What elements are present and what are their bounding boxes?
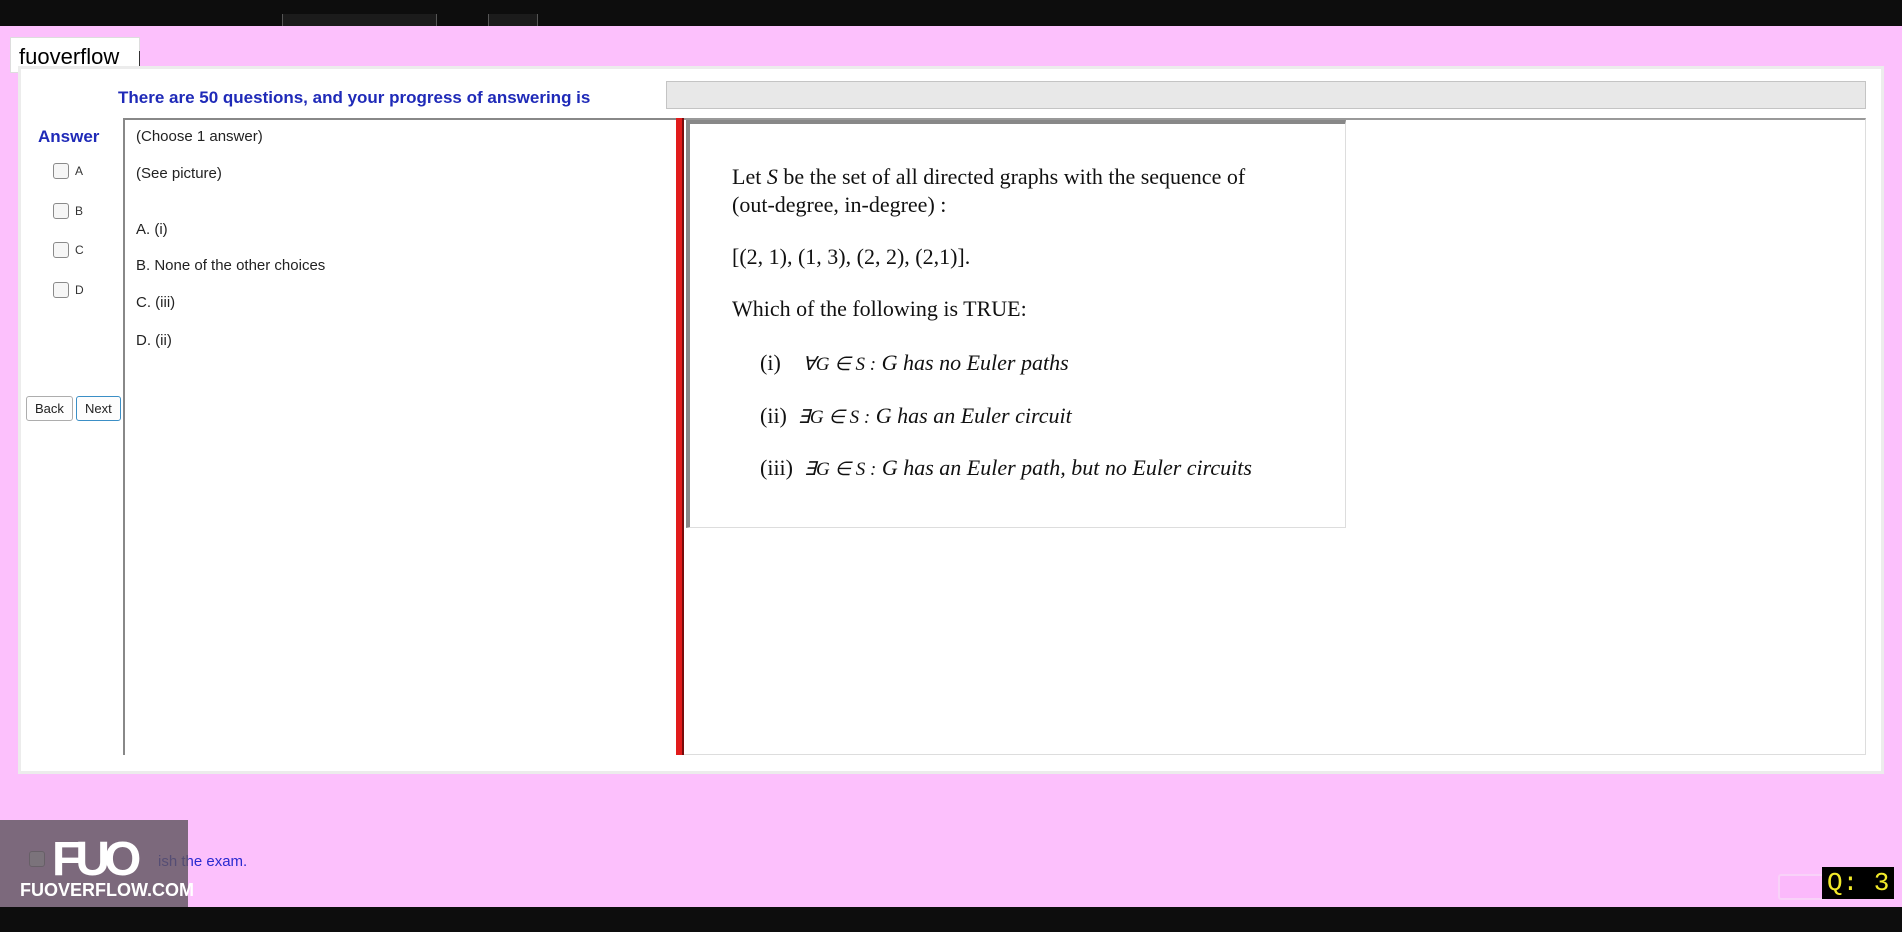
answer-option-b[interactable]: B: [53, 203, 83, 219]
picture-question: Which of the following is TRUE:: [732, 296, 1027, 321]
choice-c-text: C. (iii): [136, 294, 176, 311]
back-button[interactable]: Back: [26, 396, 73, 421]
answer-option-label: D: [75, 283, 84, 297]
question-counter-frame: [1778, 874, 1828, 900]
panel-divider[interactable]: [676, 118, 684, 755]
progress-bar: [666, 81, 1866, 109]
answer-title: Answer: [38, 127, 100, 146]
picture-sequence: [(2, 1), (1, 3), (2, 2), (2,1)].: [732, 244, 971, 269]
picture-line-2: (out-degree, in-degree) :: [732, 192, 947, 217]
next-button[interactable]: Next: [76, 396, 121, 421]
top-control-left: [282, 14, 437, 26]
watermark-site-text: FUOVERFLOW.COM: [20, 880, 194, 900]
question-counter: Q: 3: [1822, 867, 1895, 899]
answer-option-label: B: [75, 204, 84, 218]
choice-b-text: B. None of the other choices: [136, 257, 326, 274]
watermark-logo-mark: FUO: [52, 833, 141, 886]
answer-checkbox-d[interactable]: [53, 282, 69, 298]
top-control-right: [488, 14, 538, 26]
picture-line-1: Let S be the set of all directed graphs …: [732, 164, 1246, 189]
answer-option-a[interactable]: A: [53, 163, 83, 179]
answer-option-label: A: [75, 164, 84, 178]
watermark-logo: FUO FUOVERFLOW.COM: [0, 820, 194, 907]
statement-i: (i) ∀G ∈ S : G has no Euler paths: [760, 350, 1069, 375]
answer-checkbox-a[interactable]: [53, 163, 69, 179]
choice-a-text: A. (i): [136, 221, 168, 238]
bottom-bar: [0, 907, 1902, 932]
answer-checkbox-c[interactable]: [53, 242, 69, 258]
answer-option-label: C: [75, 243, 84, 257]
statement-ii: (ii) ∃G ∈ S : G has an Euler circuit: [760, 403, 1072, 428]
progress-label: There are 50 questions, and your progres…: [118, 88, 591, 107]
answer-option-c[interactable]: C: [53, 242, 84, 258]
question-instruction: (Choose 1 answer): [136, 128, 263, 145]
answer-option-d[interactable]: D: [53, 282, 84, 298]
answer-checkbox-b[interactable]: [53, 203, 69, 219]
question-picture: Let S be the set of all directed graphs …: [686, 120, 1346, 528]
top-bar: [0, 0, 1902, 26]
question-text-panel: (Choose 1 answer) (See picture) A. (i) B…: [123, 118, 676, 755]
choice-d-text: D. (ii): [136, 332, 172, 349]
statement-iii: (iii) ∃G ∈ S : G has an Euler path, but …: [760, 455, 1252, 480]
question-prompt: (See picture): [136, 165, 222, 182]
